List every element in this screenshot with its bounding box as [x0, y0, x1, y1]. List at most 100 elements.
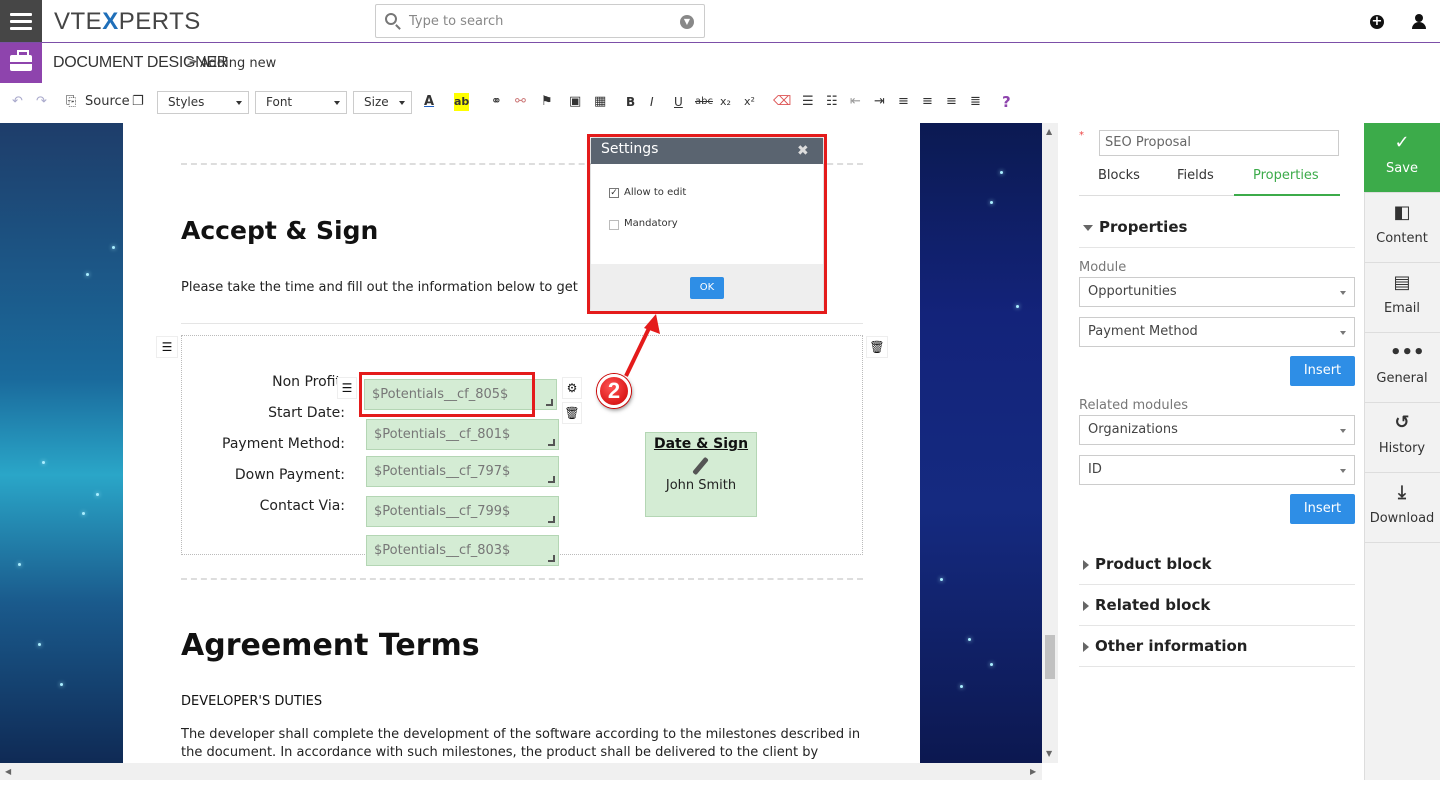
module-select[interactable]: Opportunities — [1079, 277, 1355, 307]
bold-icon[interactable]: B — [626, 93, 635, 111]
scroll-left-icon[interactable]: ◀ — [5, 767, 11, 776]
callout-box-field — [359, 372, 535, 417]
delete-block-icon[interactable]: 🗑 — [866, 336, 888, 358]
field-placeholder[interactable]: $Potentials__cf_801$ — [366, 419, 559, 450]
background-decoration-left — [0, 123, 123, 763]
horizontal-scrollbar[interactable]: ◀ ▶ — [0, 763, 1042, 780]
source-icon[interactable]: ⎘ — [66, 93, 76, 111]
size-select[interactable]: Size — [353, 91, 412, 114]
scroll-down-icon[interactable]: ▼ — [1046, 749, 1052, 758]
pen-icon — [690, 456, 712, 478]
divider — [1079, 247, 1355, 248]
styles-select[interactable]: Styles — [157, 91, 249, 114]
background-decoration-right — [920, 123, 1042, 763]
numbered-list-icon[interactable]: ☰ — [802, 93, 814, 111]
related-field-select[interactable]: ID — [1079, 455, 1355, 485]
label-contact-via: Contact Via: — [259, 498, 345, 514]
heading-accept-sign[interactable]: Accept & Sign — [181, 216, 378, 245]
section-other-information[interactable]: Other information — [1083, 637, 1248, 655]
indent-icon[interactable]: ⇥ — [874, 93, 885, 111]
side-tab-general[interactable]: ••• General — [1364, 333, 1440, 403]
link-icon[interactable]: ⚭ — [491, 93, 502, 111]
user-icon[interactable] — [1412, 14, 1426, 30]
side-tab-download[interactable]: ⤓ Download — [1364, 473, 1440, 543]
field-handle-icon[interactable]: ☰ — [337, 377, 357, 399]
active-tab-indicator — [1234, 194, 1340, 196]
text-color-icon[interactable]: A — [424, 93, 434, 111]
highlight-icon[interactable]: ab — [454, 93, 470, 111]
insert-related-button[interactable]: Insert — [1290, 494, 1355, 524]
section-related-block[interactable]: Related block — [1083, 596, 1210, 614]
breadcrumb: Adding new — [200, 56, 277, 71]
unlink-icon[interactable]: ⚯ — [515, 93, 526, 111]
image-icon[interactable]: ▣ — [569, 93, 581, 111]
strikethrough-icon[interactable]: abc — [695, 93, 713, 111]
help-icon[interactable]: ? — [1002, 93, 1011, 111]
callout-arrow — [624, 314, 660, 377]
subscript-icon[interactable]: x₂ — [720, 93, 731, 111]
related-module-select[interactable]: Organizations — [1079, 415, 1355, 445]
redo-icon[interactable]: ↷ — [36, 93, 47, 111]
vertical-scrollbar[interactable]: ▲ ▼ — [1042, 123, 1058, 763]
label-non-profit: Non Profit — [272, 374, 341, 390]
field-placeholder[interactable]: $Potentials__cf_799$ — [366, 496, 559, 527]
field-select[interactable]: Payment Method — [1079, 317, 1355, 347]
briefcase-icon[interactable] — [0, 43, 42, 83]
scrollbar-thumb[interactable] — [1045, 635, 1055, 679]
table-icon[interactable]: ▦ — [594, 93, 606, 111]
eraser-icon[interactable]: ⌫ — [773, 93, 791, 111]
justify-icon[interactable]: ≣ — [970, 93, 981, 111]
align-left-icon[interactable]: ≡ — [898, 93, 909, 111]
agreement-paragraph[interactable]: The developer shall complete the develop… — [181, 726, 861, 762]
field-placeholder[interactable]: $Potentials__cf_803$ — [366, 535, 559, 566]
search-input[interactable]: Type to search ▼ — [375, 4, 705, 38]
template-name-input[interactable]: SEO Proposal — [1099, 130, 1339, 156]
divider — [181, 578, 863, 580]
tab-blocks[interactable]: Blocks — [1098, 168, 1140, 183]
date-sign-title: Date & Sign — [653, 436, 749, 452]
delete-field-icon[interactable]: 🗑 — [562, 402, 582, 424]
insert-field-button[interactable]: Insert — [1290, 356, 1355, 386]
save-button[interactable]: ✓ Save — [1364, 123, 1440, 193]
anchor-icon[interactable]: ⚑ — [541, 93, 553, 111]
tab-fields[interactable]: Fields — [1177, 168, 1214, 183]
tab-properties[interactable]: Properties — [1253, 168, 1319, 183]
date-sign-field[interactable]: Date & Sign John Smith — [645, 432, 757, 517]
gear-icon[interactable]: ⚙ — [562, 377, 582, 399]
document-icon: ▤ — [1393, 272, 1411, 293]
search-placeholder: Type to search — [409, 14, 504, 29]
breadcrumb-separator: > — [186, 54, 198, 70]
section-product-block[interactable]: Product block — [1083, 555, 1211, 573]
section-properties[interactable]: Properties — [1083, 218, 1187, 236]
page-footer — [0, 780, 1440, 804]
label-start-date: Start Date: — [268, 405, 345, 421]
superscript-icon[interactable]: x² — [744, 93, 755, 111]
outdent-icon[interactable]: ⇤ — [850, 93, 861, 111]
block-handle-icon[interactable]: ☰ — [156, 336, 178, 358]
ellipsis-icon: ••• — [1390, 342, 1425, 363]
add-icon[interactable]: + — [1370, 15, 1384, 29]
source-button[interactable]: Source — [85, 93, 130, 111]
scroll-up-icon[interactable]: ▲ — [1046, 127, 1052, 136]
align-right-icon[interactable]: ≡ — [946, 93, 957, 111]
chevron-down-icon[interactable]: ▼ — [680, 15, 694, 29]
align-center-icon[interactable]: ≡ — [922, 93, 933, 111]
developer-duties-heading[interactable]: DEVELOPER'S DUTIES — [181, 694, 322, 709]
scroll-right-icon[interactable]: ▶ — [1030, 767, 1036, 776]
font-select[interactable]: Font — [255, 91, 347, 114]
bullet-list-icon[interactable]: ☷ — [826, 93, 838, 111]
side-tab-content[interactable]: ◧ Content — [1364, 193, 1440, 263]
logo[interactable]: VTEXPERTS — [54, 8, 201, 36]
intro-paragraph[interactable]: Please take the time and fill out the in… — [181, 280, 578, 295]
field-placeholder[interactable]: $Potentials__cf_797$ — [366, 456, 559, 487]
heading-agreement-terms[interactable]: Agreement Terms — [181, 628, 480, 663]
side-tab-history[interactable]: ↺ History — [1364, 403, 1440, 473]
copy-icon[interactable]: ❐ — [132, 93, 144, 111]
history-icon: ↺ — [1394, 412, 1410, 433]
undo-icon[interactable]: ↶ — [12, 93, 23, 111]
side-tab-email[interactable]: ▤ Email — [1364, 263, 1440, 333]
italic-icon[interactable]: I — [650, 93, 654, 111]
module-label: Module — [1079, 260, 1127, 275]
menu-icon[interactable] — [0, 0, 42, 42]
underline-icon[interactable]: U — [674, 93, 683, 111]
